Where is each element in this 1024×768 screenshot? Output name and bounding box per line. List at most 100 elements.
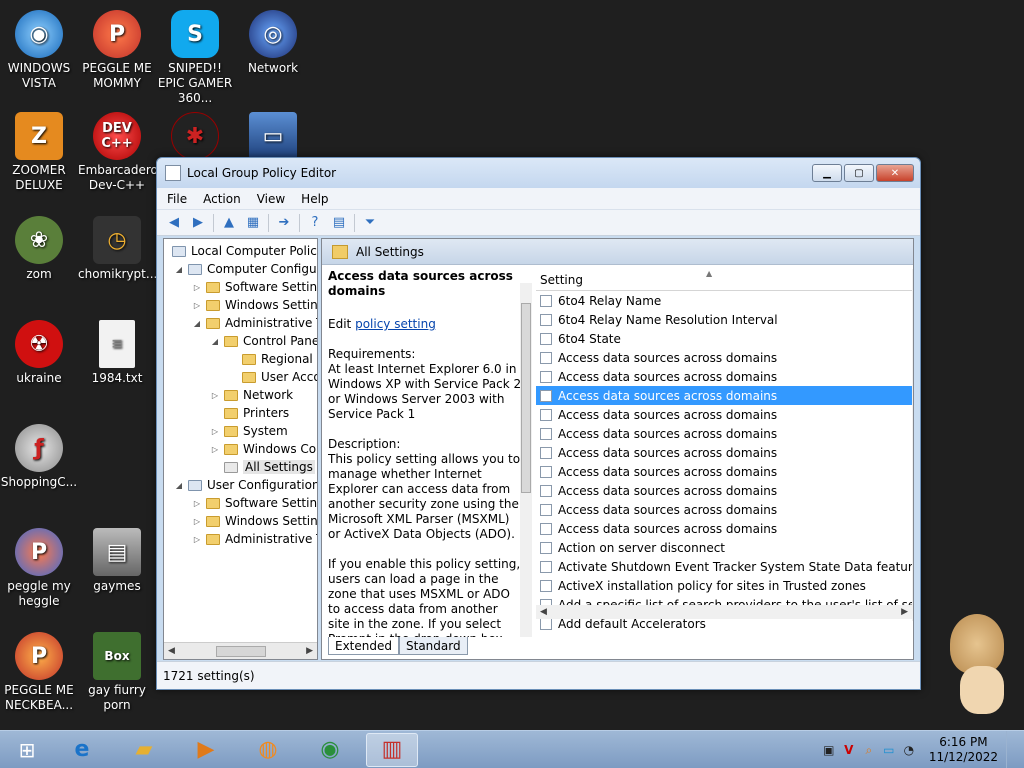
setting-row[interactable]: Access data sources across domains: [536, 405, 912, 424]
expand-arrow-icon[interactable]: ▷: [192, 301, 202, 310]
maximize-button[interactable]: ▢: [844, 164, 874, 182]
scroll-thumb[interactable]: [215, 645, 266, 657]
setting-row[interactable]: 6to4 Relay Name: [536, 291, 912, 310]
clock[interactable]: 6:16 PM 11/12/2022: [929, 735, 998, 765]
collapse-arrow-icon[interactable]: ◢: [174, 265, 184, 274]
tree-item-user-administrative-templates[interactable]: ▷ Administrative Te: [192, 530, 317, 548]
desktop-icon-chomikrypt[interactable]: ◷ chomikrypt...: [78, 216, 157, 282]
collapse-arrow-icon[interactable]: ◢: [210, 337, 220, 346]
tray-volume-icon[interactable]: ◔: [901, 742, 917, 758]
tab-extended[interactable]: Extended: [328, 637, 399, 655]
taskbar-app[interactable]: ◍: [242, 733, 294, 767]
scroll-right-icon[interactable]: ▶: [306, 646, 313, 656]
start-button[interactable]: ⊞: [8, 733, 46, 767]
tree-item-system[interactable]: ▷ System: [210, 422, 288, 440]
taskbar-group-policy-editor[interactable]: ▥: [366, 732, 418, 767]
tree-horizontal-scrollbar[interactable]: ◀ ▶: [164, 642, 317, 659]
tree-item-printers[interactable]: Printers: [220, 404, 289, 422]
tree-item-windows-settings[interactable]: ▷ Windows Setting: [192, 296, 317, 314]
scroll-left-icon[interactable]: ◀: [540, 607, 547, 617]
filter-icon[interactable]: ⏷: [361, 214, 379, 232]
desktop-icon-windows-vista[interactable]: ◉ WINDOWS VISTA: [0, 10, 78, 91]
tree-item-windows-components[interactable]: ▷ Windows Cor: [210, 440, 317, 458]
taskbar-media-player[interactable]: ▶: [180, 733, 232, 767]
tab-standard[interactable]: Standard: [399, 637, 468, 655]
up-folder-icon[interactable]: ▲: [220, 214, 238, 232]
collapse-arrow-icon[interactable]: ◢: [174, 481, 184, 490]
column-header-setting[interactable]: Setting ▲: [536, 269, 912, 291]
list-vertical-scrollbar[interactable]: [912, 269, 913, 621]
collapse-arrow-icon[interactable]: ◢: [192, 319, 202, 328]
titlebar[interactable]: Local Group Policy Editor ▁ ▢ ✕: [157, 158, 920, 188]
setting-row[interactable]: Access data sources across domains: [536, 462, 912, 481]
properties-icon[interactable]: ▤: [330, 214, 348, 232]
expand-arrow-icon[interactable]: ▷: [210, 391, 220, 400]
tray-search-icon[interactable]: ⌕: [861, 742, 877, 758]
setting-row[interactable]: Access data sources across domains: [536, 443, 912, 462]
expand-arrow-icon[interactable]: ▷: [192, 283, 202, 292]
desktop-icon-gaymes[interactable]: ▤ gaymes: [78, 528, 156, 594]
scroll-left-icon[interactable]: ◀: [168, 646, 175, 656]
tree-pane[interactable]: Local Computer Policy ◢ Computer Configur…: [163, 238, 318, 660]
tray-v-icon[interactable]: V: [841, 742, 857, 758]
tree-item-local-computer-policy[interactable]: Local Computer Policy: [168, 242, 317, 260]
edit-policy-link[interactable]: policy setting: [355, 317, 436, 331]
taskbar-internet-explorer[interactable]: e: [56, 733, 108, 767]
setting-row[interactable]: Access data sources across domains: [536, 386, 912, 405]
setting-row[interactable]: Access data sources across domains: [536, 500, 912, 519]
setting-row[interactable]: Access data sources across domains: [536, 424, 912, 443]
tree-item-network[interactable]: ▷ Network: [210, 386, 293, 404]
tree-item-computer-configuration[interactable]: ◢ Computer Configura: [174, 260, 317, 278]
expand-arrow-icon[interactable]: ▷: [192, 535, 202, 544]
close-button[interactable]: ✕: [876, 164, 914, 182]
expand-arrow-icon[interactable]: ▷: [210, 445, 220, 454]
tree-item-software-settings[interactable]: ▷ Software Settings: [192, 278, 317, 296]
setting-row[interactable]: Access data sources across domains: [536, 481, 912, 500]
tree-item-user-configuration[interactable]: ◢ User Configuration: [174, 476, 317, 494]
setting-row[interactable]: Activate Shutdown Event Tracker System S…: [536, 557, 913, 576]
tree-item-user-software-settings[interactable]: ▷ Software Settings: [192, 494, 317, 512]
description-scrollbar[interactable]: [520, 283, 532, 637]
tray-network-icon[interactable]: ▭: [881, 742, 897, 758]
tree-item-administrative-templates[interactable]: ◢ Administrative Te: [192, 314, 317, 332]
tree-item-control-panel[interactable]: ◢ Control Panel: [210, 332, 317, 350]
back-icon[interactable]: ◀: [165, 214, 183, 232]
desktop-icon-peggle-my-heggle[interactable]: P peggle my heggle: [0, 528, 78, 609]
setting-row[interactable]: Action on server disconnect: [536, 538, 912, 557]
tree-item-all-settings[interactable]: All Settings: [220, 458, 315, 476]
desktop-icon-peggle-me-neckbeard[interactable]: P PEGGLE ME NECKBEA...: [0, 632, 78, 713]
desktop-icon-sniped[interactable]: S SNIPED!! EPIC GAMER 360...: [156, 10, 234, 106]
show-hide-tree-icon[interactable]: ▦: [244, 214, 262, 232]
minimize-button[interactable]: ▁: [812, 164, 842, 182]
desktop-icon-shopping[interactable]: ƒ ShoppingC...: [0, 424, 78, 490]
desktop-icon-gay-fiurry[interactable]: Box gay fiurry porn: [78, 632, 156, 713]
scroll-right-icon[interactable]: ▶: [901, 607, 908, 617]
settings-list[interactable]: Setting ▲ 6to4 Relay Name 6to4 Relay Name…: [536, 269, 913, 631]
list-horizontal-scrollbar[interactable]: ◀ ▶: [536, 605, 912, 619]
setting-row[interactable]: Access data sources across domains: [536, 348, 912, 367]
setting-row[interactable]: 6to4 Relay Name Resolution Interval: [536, 310, 912, 329]
group-policy-editor-window[interactable]: Local Group Policy Editor ▁ ▢ ✕ File Act…: [156, 157, 921, 690]
taskbar-file-explorer[interactable]: ▰: [118, 733, 170, 767]
menu-file[interactable]: File: [167, 192, 187, 206]
setting-row[interactable]: 6to4 State: [536, 329, 912, 348]
tree-item-regional[interactable]: Regional a: [238, 350, 317, 368]
forward-icon[interactable]: ▶: [189, 214, 207, 232]
scroll-thumb[interactable]: [521, 303, 531, 493]
desktop-icon-dev-cpp[interactable]: DEV C++ Embarcadero Dev-C++: [78, 112, 158, 193]
menu-action[interactable]: Action: [203, 192, 241, 206]
desktop-icon-zom[interactable]: ❀ zom: [0, 216, 78, 282]
desktop-icon-network[interactable]: ◎ Network: [234, 10, 312, 76]
desktop-icon-unnamed[interactable]: ✱: [156, 112, 234, 163]
tree-item-user-windows-settings[interactable]: ▷ Windows Setting: [192, 512, 317, 530]
desktop-icon-peggle-me-mommy[interactable]: P PEGGLE ME MOMMY: [78, 10, 156, 91]
setting-row[interactable]: ActiveX installation policy for sites in…: [536, 576, 912, 595]
taskbar-chrome[interactable]: ◉: [304, 733, 356, 767]
menu-view[interactable]: View: [257, 192, 285, 206]
help-icon[interactable]: ?: [306, 214, 324, 232]
setting-row[interactable]: Access data sources across domains: [536, 519, 912, 538]
show-desktop-button[interactable]: [1006, 731, 1018, 768]
tree-item-user-accounts[interactable]: User Acco: [238, 368, 317, 386]
desktop-icon-ukraine[interactable]: ☢ ukraine: [0, 320, 78, 386]
setting-row[interactable]: Access data sources across domains: [536, 367, 912, 386]
